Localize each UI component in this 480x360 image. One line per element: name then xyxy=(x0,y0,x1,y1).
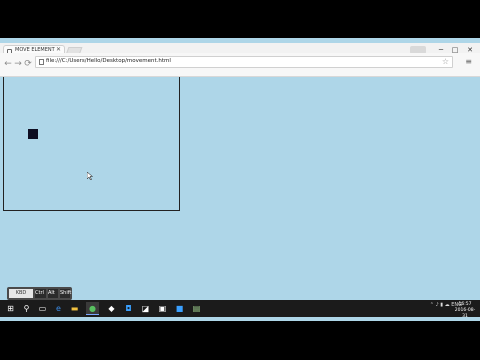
menu-icon[interactable]: ≡ xyxy=(465,57,472,66)
start-icon[interactable]: ⊞ xyxy=(4,302,17,315)
back-icon[interactable]: ← xyxy=(3,59,13,69)
movement-area xyxy=(3,69,180,211)
app-icon-2[interactable]: ◪ xyxy=(139,302,152,315)
moving-square[interactable] xyxy=(28,129,38,139)
windows-taskbar: ⊞ ⚲ ▭ e ▬ ● ◆ ◘ ◪ ▣ ■ ▤ ⌃ ♪ ▮ ☁ ENG 16:5… xyxy=(0,300,480,320)
reload-icon[interactable]: ⟳ xyxy=(23,59,33,69)
tray-icons[interactable]: ⌃ ♪ ▮ ☁ xyxy=(430,302,452,308)
edge-icon[interactable]: e xyxy=(52,302,65,315)
browser-toolbar: ← → ⟳ file:///C:/Users/Hello/Desktop/mov… xyxy=(0,53,480,77)
app-icon-3[interactable]: ■ xyxy=(173,302,186,315)
notepad-icon[interactable]: ▤ xyxy=(190,302,203,315)
mouse-cursor-icon xyxy=(87,172,93,180)
url-text: file:///C:/Users/Hello/Desktop/movement.… xyxy=(46,58,171,64)
forward-icon[interactable]: → xyxy=(13,59,23,69)
app-icon-1[interactable]: ◘ xyxy=(122,302,135,315)
task-view-icon[interactable]: ▭ xyxy=(36,302,49,315)
clock[interactable]: 16:57 2016-08-31 xyxy=(452,302,478,320)
address-bar[interactable]: file:///C:/Users/Hello/Desktop/movement.… xyxy=(35,56,453,68)
browser-viewport: KBD Ctrl Alt Shift xyxy=(0,38,480,321)
tab-close-icon[interactable]: ✕ xyxy=(56,46,61,53)
explorer-icon[interactable]: ▬ xyxy=(68,302,81,315)
search-icon[interactable]: ⚲ xyxy=(20,302,33,315)
clock-date: 2016-08-31 xyxy=(454,308,476,319)
osd-logo: KBD xyxy=(9,289,33,298)
terminal-icon[interactable]: ▣ xyxy=(156,302,169,315)
chrome-icon[interactable]: ● xyxy=(86,302,99,315)
document-icon xyxy=(39,59,44,65)
dropbox-icon[interactable]: ◆ xyxy=(105,302,118,315)
key-display-panel: KBD Ctrl Alt Shift xyxy=(7,287,72,300)
osd-alt: Alt xyxy=(48,289,58,298)
osd-ctrl: Ctrl xyxy=(35,289,46,298)
osd-shift: Shift xyxy=(60,289,72,298)
bookmark-star-icon[interactable]: ☆ xyxy=(442,57,449,66)
